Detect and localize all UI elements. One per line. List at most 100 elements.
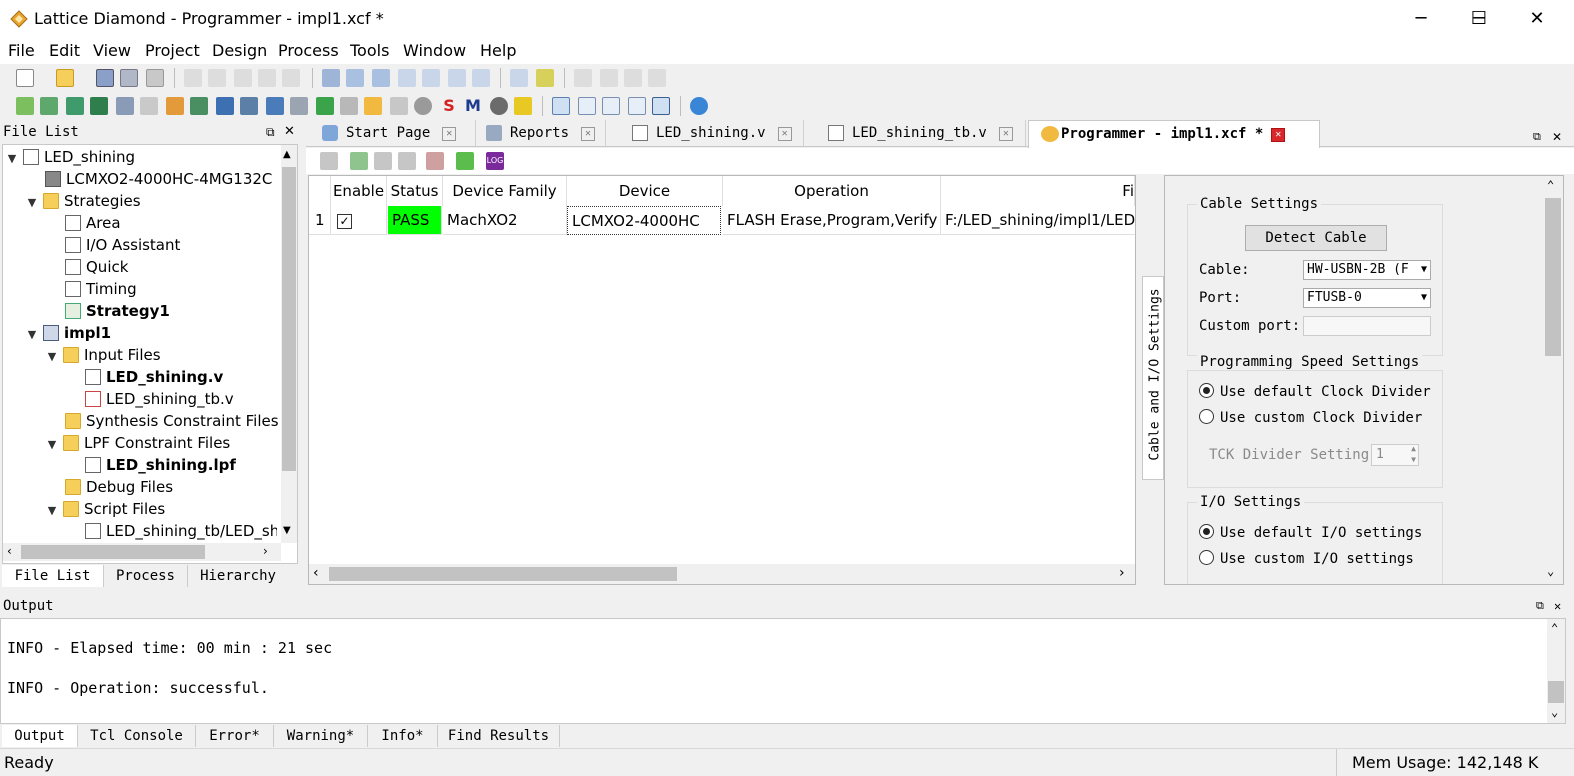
browse-icon[interactable]: [322, 69, 340, 87]
cable-select[interactable]: HW-USBN-2B (F ▼: [1303, 260, 1431, 280]
flow-icon[interactable]: [536, 69, 554, 87]
spin-arrows-icon[interactable]: ▲ ▼: [1411, 443, 1416, 465]
scroll-right-icon[interactable]: ›: [263, 544, 268, 558]
rerun-all-icon[interactable]: [624, 69, 642, 87]
col-device-family[interactable]: Device Family: [443, 176, 567, 206]
tree-item-input-files[interactable]: ▼ Input Files: [45, 344, 161, 366]
tab-output[interactable]: Output: [2, 725, 78, 747]
layout-1-icon[interactable]: [552, 97, 570, 115]
paste-icon[interactable]: [282, 69, 300, 87]
chevron-down-icon[interactable]: ▼: [5, 148, 19, 170]
save-all-icon[interactable]: [120, 69, 138, 87]
settings-gear-icon[interactable]: [374, 152, 392, 170]
tree-hscrollbar[interactable]: ‹ ›: [3, 543, 281, 561]
float-doc-icon[interactable]: ⧉: [1533, 130, 1541, 144]
tree-item-impl1[interactable]: ▼ impl1: [25, 322, 111, 344]
tool-gear-icon[interactable]: [490, 97, 508, 115]
tab-hierarchy[interactable]: Hierarchy: [188, 565, 288, 587]
col-file[interactable]: Fi: [941, 176, 1135, 206]
io-custom-radio[interactable]: Use custom I/O settings: [1199, 550, 1414, 567]
close-tab-icon[interactable]: ✕: [998, 127, 1013, 141]
zoom-out-icon[interactable]: [422, 69, 440, 87]
col-enable[interactable]: Enable: [331, 176, 387, 206]
enable-checkbox[interactable]: ✓: [331, 206, 387, 235]
col-operation[interactable]: Operation: [723, 176, 941, 206]
tool-9-icon[interactable]: [216, 97, 234, 115]
dropdown-arrow-icon[interactable]: ▼: [1421, 289, 1427, 307]
speed-custom-radio[interactable]: Use custom Clock Divider: [1199, 409, 1422, 426]
tab-warning[interactable]: Warning*: [274, 725, 368, 747]
float-output-icon[interactable]: ⧉: [1536, 595, 1544, 617]
layout-3-icon[interactable]: [602, 97, 620, 115]
menu-help[interactable]: Help: [480, 41, 516, 60]
tab-info[interactable]: Info*: [368, 725, 438, 747]
tab-tcl-console[interactable]: Tcl Console: [78, 725, 196, 747]
chevron-down-icon[interactable]: ▼: [25, 192, 39, 214]
close-panel-icon[interactable]: ✕: [284, 121, 295, 143]
undo-icon[interactable]: [184, 69, 202, 87]
tool-17-icon[interactable]: [414, 97, 432, 115]
tool-5-icon[interactable]: [116, 97, 134, 115]
device-icon[interactable]: [426, 152, 444, 170]
menu-design[interactable]: Design: [212, 41, 267, 60]
close-tab-icon[interactable]: ✕: [777, 127, 792, 141]
tool-13-icon[interactable]: [316, 97, 334, 115]
chevron-down-icon[interactable]: ▼: [45, 346, 59, 368]
tool-3-icon[interactable]: [66, 97, 84, 115]
settings-vscrollbar[interactable]: ⌃ ⌄: [1543, 176, 1563, 584]
close-output-icon[interactable]: ✕: [1554, 595, 1561, 617]
tree-item-led-shining-v[interactable]: LED_shining.v: [85, 366, 223, 388]
cut-icon[interactable]: [234, 69, 252, 87]
scan-icon[interactable]: [320, 152, 338, 170]
radio-unselected-icon[interactable]: [1199, 409, 1214, 424]
close-tab-icon[interactable]: ✕: [581, 127, 596, 141]
device-cell[interactable]: LCMXO2-4000HC: [567, 206, 721, 235]
go-icon[interactable]: [456, 152, 474, 170]
col-device[interactable]: Device: [567, 176, 723, 206]
tab-led-shining-tb-v[interactable]: LED_shining_tb.v ✕: [820, 120, 1026, 146]
open-folder-icon[interactable]: [56, 69, 74, 87]
rerun-icon[interactable]: [600, 69, 618, 87]
menu-edit[interactable]: Edit: [49, 41, 80, 60]
chevron-down-icon[interactable]: ▼: [45, 434, 59, 456]
tool-1-icon[interactable]: [16, 97, 34, 115]
scroll-thumb[interactable]: [282, 167, 296, 471]
file-cell[interactable]: F:/LED_shining/impl1/LED_: [941, 206, 1135, 235]
maximize-button[interactable]: ☐: [1450, 0, 1508, 38]
scroll-up-icon[interactable]: ▲: [283, 149, 291, 160]
close-window-button[interactable]: ✕: [1508, 0, 1566, 38]
chevron-down-icon[interactable]: ▼: [25, 324, 39, 346]
table-hscrollbar[interactable]: ‹ ›: [309, 564, 1135, 584]
tool-7-icon[interactable]: [166, 97, 184, 115]
output-vscrollbar[interactable]: ⌃ ⌄: [1547, 619, 1565, 723]
menu-file[interactable]: File: [8, 41, 35, 60]
custom-port-input[interactable]: [1303, 316, 1431, 336]
chevron-down-icon[interactable]: ▼: [45, 500, 59, 522]
cable-io-settings-tab[interactable]: Cable and I/O Settings: [1142, 276, 1164, 480]
scroll-left-icon[interactable]: ‹: [7, 544, 12, 558]
close-doc-icon[interactable]: ✕: [1552, 130, 1562, 144]
tool-12-icon[interactable]: [290, 97, 308, 115]
stop-icon[interactable]: [648, 69, 666, 87]
tool-14-icon[interactable]: [340, 97, 358, 115]
tree-item-project[interactable]: ▼ LED_shining: [5, 146, 135, 168]
log-icon[interactable]: LOG: [486, 152, 504, 170]
spreadsheet-icon[interactable]: [372, 69, 390, 87]
tab-led-shining-v[interactable]: LED_shining.v ✕: [624, 120, 804, 146]
io-default-radio[interactable]: Use default I/O settings: [1199, 524, 1422, 541]
scroll-down-icon[interactable]: ⌄: [1551, 705, 1558, 719]
tab-find-results[interactable]: Find Results: [438, 725, 560, 747]
menu-view[interactable]: View: [93, 41, 131, 60]
layout-5-icon[interactable]: [652, 97, 670, 115]
radio-selected-icon[interactable]: [1199, 524, 1214, 539]
scroll-right-icon[interactable]: ›: [1119, 565, 1125, 581]
tree-item-led-shining-tb-v[interactable]: LED_shining_tb.v: [85, 388, 234, 410]
zoom-in-icon[interactable]: [398, 69, 416, 87]
tool-m-icon[interactable]: M: [464, 97, 482, 115]
hscroll-thumb[interactable]: [329, 567, 677, 581]
tool-11-icon[interactable]: [266, 97, 284, 115]
radio-selected-icon[interactable]: [1199, 383, 1214, 398]
zoom-fit-icon[interactable]: [448, 69, 466, 87]
tool-16-icon[interactable]: [390, 97, 408, 115]
scroll-down-icon[interactable]: ⌄: [1547, 564, 1554, 578]
